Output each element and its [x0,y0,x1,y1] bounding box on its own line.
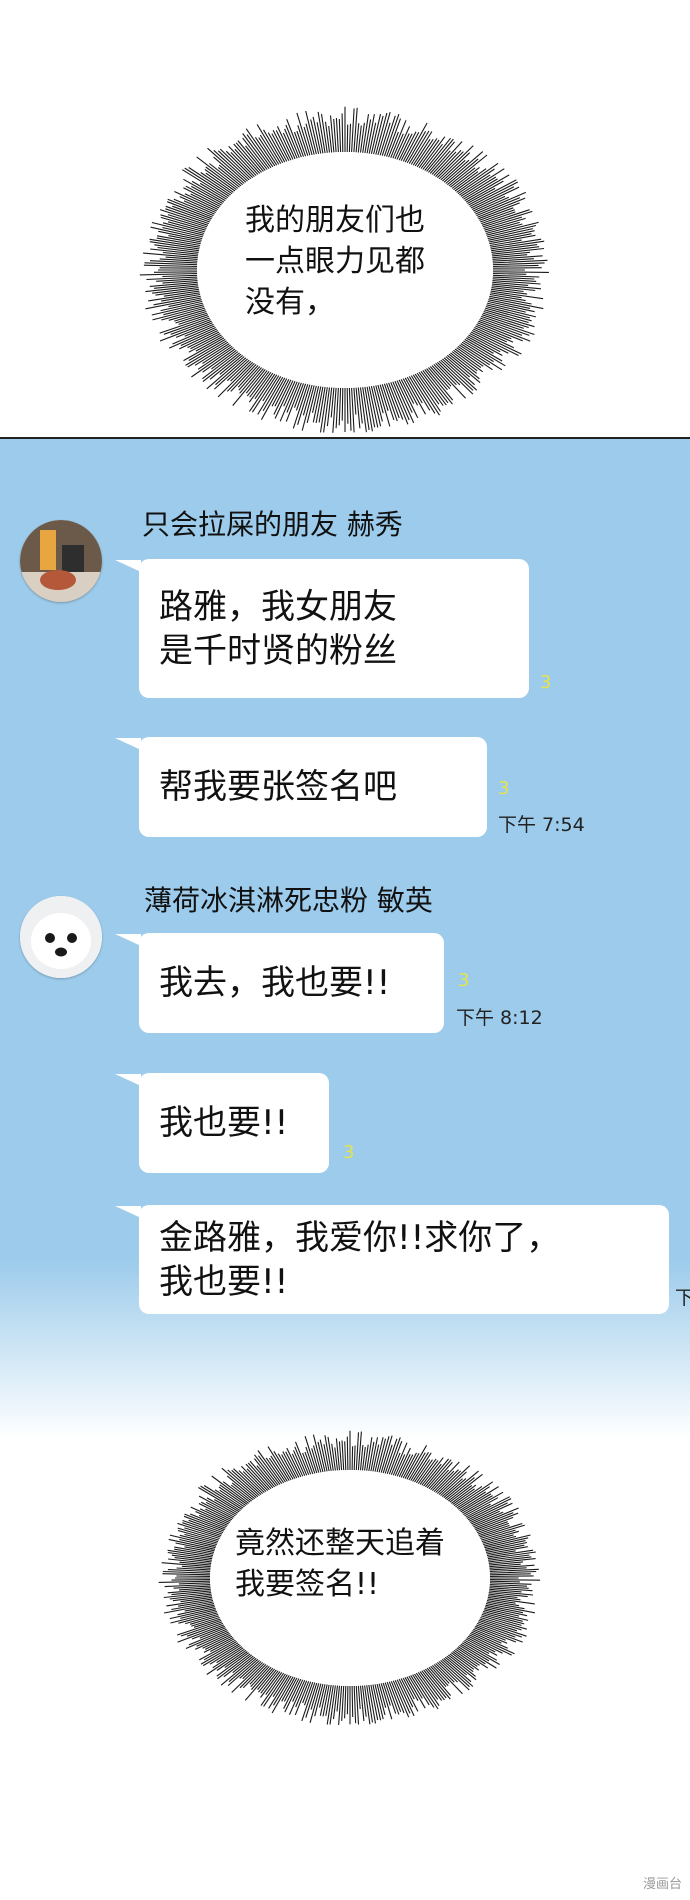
message-bubble[interactable]: 我去，我也要!! [139,933,444,1033]
unread-count: 3 [458,970,470,991]
avatar-hyeoksu[interactable] [20,520,102,602]
unread-count: 3 [498,778,510,799]
bubble-tail [115,934,141,946]
avatar-minyoung[interactable] [20,896,102,978]
sender-name-hyeoksu: 只会拉屎的朋友 赫秀 [142,508,403,541]
top-burst-text: 我的朋友们也 一点眼力见都 没有， [245,203,425,320]
message-time: 下午 8:12 [456,1007,543,1029]
sender-name-minyoung: 薄荷冰淇淋死忠粉 敏英 [144,884,433,917]
dog-avatar-icon [20,896,102,978]
bubble-tail [115,1074,141,1086]
bubble-tail [115,738,141,750]
message-bubble[interactable]: 金路雅，我爱你!!求你了， 我也要!! [139,1205,669,1314]
message-bubble[interactable]: 帮我要张签名吧 [139,737,487,837]
avatar-photo-icon [20,520,102,602]
bubble-tail [115,1206,141,1218]
message-bubble[interactable]: 路雅，我女朋友 是千时贤的粉丝 [139,559,529,698]
watermark: 漫画台 [642,1877,682,1892]
bubble-tail [115,560,141,572]
unread-count: 3 [540,672,552,693]
message-time: 下午 7:54 [498,814,585,836]
message-time: 下 [675,1287,690,1309]
bottom-burst-text: 竟然还整天追着 我要签名!! [235,1526,445,1602]
unread-count: 3 [343,1142,355,1163]
message-bubble[interactable]: 我也要!! [139,1073,329,1173]
